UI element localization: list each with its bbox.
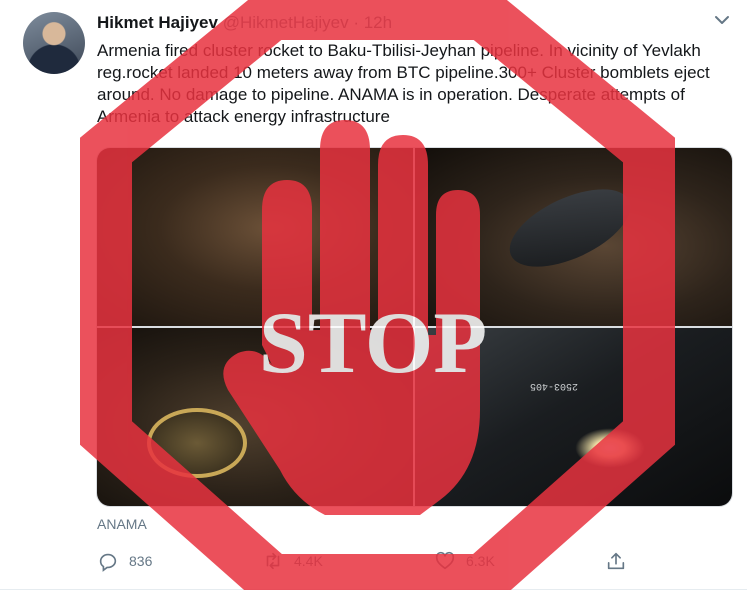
flash-glare xyxy=(575,428,645,468)
tweet-text: Armenia fired cluster rocket to Baku-Tbi… xyxy=(97,41,710,126)
chevron-down-icon[interactable] xyxy=(712,10,732,30)
reply-count: 836 xyxy=(129,553,153,569)
tweet-time[interactable]: 12h xyxy=(364,13,392,32)
author-name[interactable]: Hikmet Hajiyev xyxy=(97,13,218,32)
bomblet-object xyxy=(147,408,247,478)
media-photo-3[interactable] xyxy=(97,328,413,506)
retweet-button[interactable]: 4.4K xyxy=(262,548,323,574)
like-icon xyxy=(435,551,455,570)
reply-icon xyxy=(99,553,117,572)
rocket-debris xyxy=(498,173,642,283)
like-count: 6.3K xyxy=(466,553,495,569)
reply-button[interactable]: 836 xyxy=(97,548,152,574)
media-source: ANAMA xyxy=(97,516,147,532)
media-photo-4[interactable]: 2503-405 xyxy=(415,328,732,506)
media-photo-1[interactable] xyxy=(97,148,413,326)
retweet-icon xyxy=(266,552,280,570)
stencil-marking: 2503-405 xyxy=(530,380,579,391)
share-button[interactable] xyxy=(605,548,627,574)
separator-dot: · xyxy=(353,13,359,32)
like-button[interactable]: 6.3K xyxy=(434,548,495,574)
retweet-count: 4.4K xyxy=(294,553,323,569)
tweet-card[interactable]: Hikmet Hajiyev @HikmetHajiyev · 12h Arme… xyxy=(0,0,747,590)
media-grid[interactable]: 2503-405 xyxy=(96,147,733,507)
avatar[interactable] xyxy=(23,12,85,74)
author-handle[interactable]: @HikmetHajiyev xyxy=(223,13,349,32)
share-icon xyxy=(607,552,625,570)
tweet-header: Hikmet Hajiyev @HikmetHajiyev · 12h xyxy=(97,12,392,34)
tweet-actions: 836 4.4K 6.3K xyxy=(97,548,737,574)
media-photo-2[interactable] xyxy=(415,148,732,326)
